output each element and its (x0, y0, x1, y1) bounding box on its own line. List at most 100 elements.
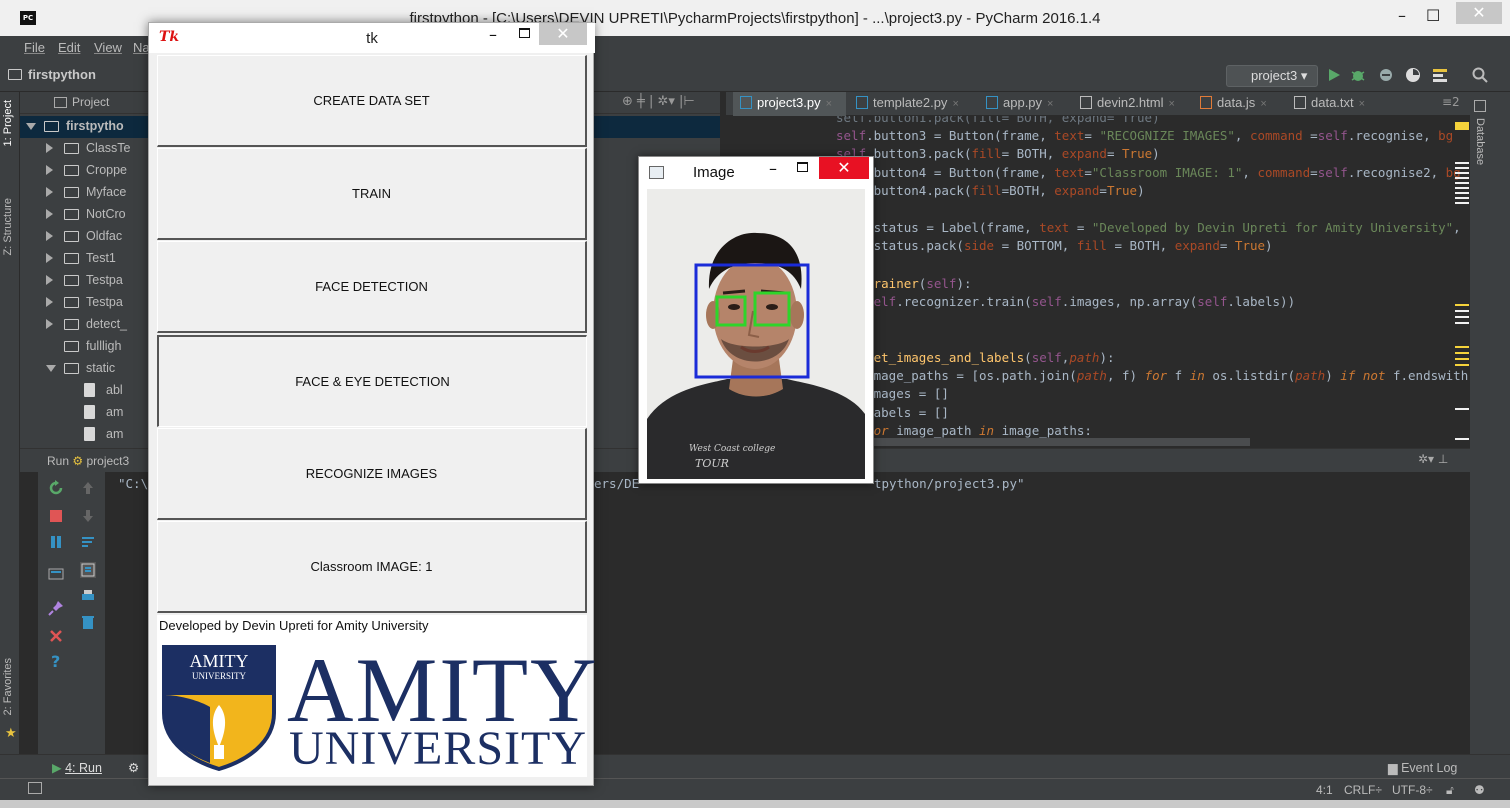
coverage-icon[interactable] (1378, 67, 1394, 83)
classroom-image-button[interactable]: Classroom IMAGE: 1 (157, 521, 587, 613)
face-eye-detection-button[interactable]: FACE & EYE DETECTION (157, 335, 587, 427)
ide-close-button[interactable]: ✕ (1456, 2, 1502, 24)
recognize-images-button[interactable]: RECOGNIZE IMAGES (157, 428, 587, 520)
run-panel-title: Run ⚙ project3 (47, 454, 130, 468)
close-tab-icon[interactable]: × (1260, 98, 1266, 110)
image-minimize-button[interactable]: – (769, 159, 777, 178)
pin-icon[interactable] (48, 600, 64, 616)
editor-tab[interactable]: devin2.html × (1080, 95, 1175, 110)
editor-tab[interactable]: data.txt × (1294, 95, 1365, 110)
expand-right-icon[interactable] (46, 319, 53, 329)
profile-icon[interactable] (1405, 67, 1421, 83)
expand-down-icon[interactable] (26, 123, 36, 130)
tree-item-label: Oldfac (86, 229, 123, 243)
file-icon (84, 427, 95, 441)
editor-horizontal-scrollbar[interactable] (836, 438, 1250, 446)
up-arrow-icon[interactable] (80, 480, 96, 496)
status-encoding[interactable]: UTF-8÷ (1392, 783, 1433, 797)
status-line-separator[interactable]: CRLF÷ (1344, 783, 1382, 797)
restore-layout-icon[interactable] (48, 566, 64, 582)
project-panel-toolbar[interactable]: ⊕ ╪ | ✲▾ |⊢ (622, 94, 695, 109)
expand-down-icon[interactable] (46, 365, 56, 372)
stop-icon[interactable] (48, 508, 64, 524)
create-data-set-button[interactable]: CREATE DATA SET (157, 55, 587, 147)
tool-tab-favorites[interactable]: 2: Favorites (2, 658, 14, 715)
toggle-tool-windows-icon[interactable] (28, 782, 42, 794)
expand-right-icon[interactable] (46, 165, 53, 175)
close-tab-icon[interactable]: × (1168, 98, 1174, 110)
soft-wrap-icon[interactable] (80, 534, 96, 550)
tree-item-label: Testpa (86, 273, 123, 287)
image-window: Image – ✕ West Coast college TOUR (638, 156, 874, 484)
scroll-to-end-icon[interactable] (80, 562, 96, 578)
run-icon[interactable] (1326, 67, 1342, 83)
run-config-select[interactable]: project3 ▾ (1226, 65, 1318, 87)
tool-tab-structure[interactable]: Z: Structure (2, 198, 14, 255)
close-run-icon[interactable] (48, 628, 64, 644)
run-panel-settings-icon[interactable]: ✲▾ ⊥ (1418, 452, 1448, 466)
help-icon[interactable]: ? (51, 652, 60, 671)
desktop: PC firstpython - [C:\Users\DEVIN UPRETI\… (0, 0, 1510, 808)
close-tab-icon[interactable]: × (826, 98, 832, 110)
image-window-title: Image (693, 164, 735, 181)
image-maximize-button[interactable] (797, 162, 808, 172)
ide-maximize-button[interactable]: ☐ (1426, 6, 1440, 25)
tk-minimize-button[interactable]: – (489, 25, 497, 44)
lock-icon[interactable]: 🔓︎ (1446, 783, 1454, 798)
close-tab-icon[interactable]: × (952, 98, 958, 110)
menu-edit[interactable]: Edit (58, 40, 80, 55)
project-panel-title[interactable]: Project (72, 95, 109, 109)
inspector-icon[interactable]: ⚉ (1474, 783, 1485, 797)
pause-icon[interactable] (48, 534, 64, 550)
tool-tab-project[interactable]: 1: Project (2, 100, 14, 146)
expand-right-icon[interactable] (46, 275, 53, 285)
train-button[interactable]: TRAIN (157, 148, 587, 240)
ide-minimize-button[interactable]: – (1398, 6, 1406, 25)
marker (1455, 346, 1469, 348)
expand-right-icon[interactable] (46, 253, 53, 263)
code-line: self.recognizer.train(self.images, np.ar… (866, 294, 1296, 309)
marker (1455, 364, 1469, 366)
image-close-button[interactable]: ✕ (819, 157, 869, 179)
editor-marker-strip[interactable] (1455, 122, 1469, 442)
tabs-overflow-button[interactable]: ≡2 (1442, 95, 1460, 109)
print-icon[interactable] (80, 588, 96, 604)
concurrency-icon[interactable] (1432, 67, 1448, 83)
expand-right-icon[interactable] (46, 143, 53, 153)
close-tab-icon[interactable]: × (1359, 98, 1365, 110)
menu-view[interactable]: View (94, 40, 122, 55)
tree-item-label: firstpytho (66, 119, 124, 133)
breadcrumb-project[interactable]: firstpython (28, 67, 96, 82)
folder-icon (64, 363, 79, 374)
editor-tab[interactable]: template2.py × (856, 95, 959, 110)
editor-tab[interactable]: data.js × (1200, 95, 1267, 110)
face-detection-button[interactable]: FACE DETECTION (157, 241, 587, 333)
folder-icon (64, 209, 79, 220)
down-arrow-icon[interactable] (80, 508, 96, 524)
expand-right-icon[interactable] (46, 187, 53, 197)
expand-right-icon[interactable] (46, 209, 53, 219)
folder-icon (64, 187, 79, 198)
tk-close-button[interactable]: ✕ (539, 23, 587, 45)
debug-icon[interactable] (1350, 67, 1366, 83)
menu-file[interactable]: File (24, 40, 45, 55)
search-icon[interactable] (1472, 67, 1488, 83)
close-tab-icon[interactable]: × (1047, 98, 1053, 110)
editor-tab[interactable]: project3.py × (740, 95, 832, 110)
tool-tab-run[interactable]: ▶ 4: Run (52, 760, 102, 775)
developer-status-label: Developed by Devin Upreti for Amity Univ… (157, 615, 587, 637)
editor-tab[interactable]: app.py × (986, 95, 1053, 110)
tool-tab-database[interactable]: Database (1474, 118, 1486, 165)
favorites-star-icon: ★ (5, 726, 17, 741)
marker (1455, 197, 1469, 199)
status-caret-position[interactable]: 4:1 (1316, 783, 1333, 797)
expand-right-icon[interactable] (46, 231, 53, 241)
rerun-icon[interactable] (48, 480, 64, 496)
clear-all-icon[interactable] (80, 614, 96, 630)
python-console-icon[interactable]: ⚙ (128, 760, 139, 775)
marker (1455, 167, 1469, 169)
event-log-tab[interactable]: ▆ Event Log (1388, 760, 1457, 775)
expand-right-icon[interactable] (46, 297, 53, 307)
editor-tab-label: data.txt (1311, 95, 1354, 110)
tk-maximize-button[interactable] (519, 28, 530, 38)
